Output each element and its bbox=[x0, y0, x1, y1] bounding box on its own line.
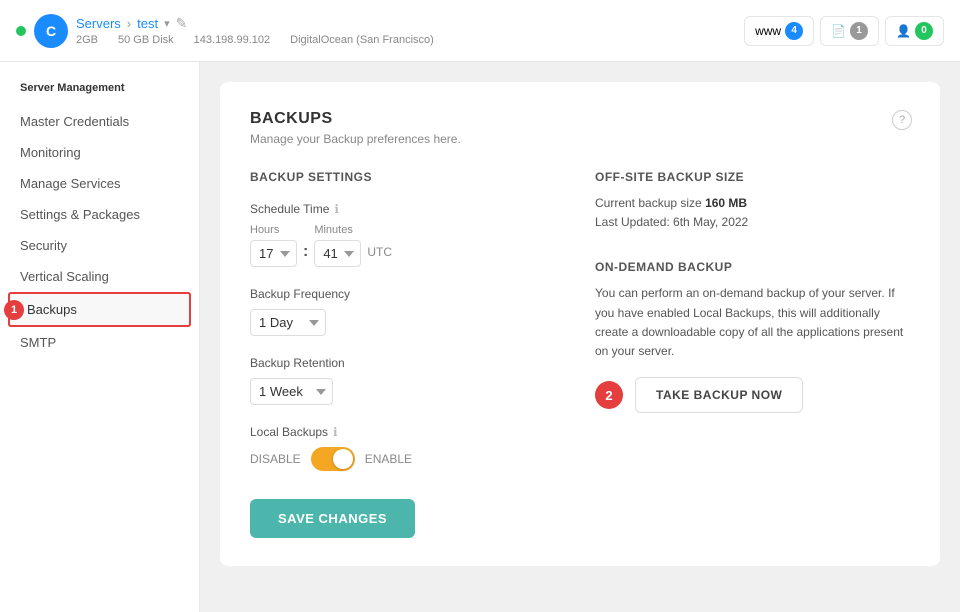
topbar: C Servers › test ▾ ✎ 2GB 50 GB Disk 143.… bbox=[0, 0, 960, 62]
server-ip: 143.198.99.102 bbox=[194, 34, 270, 46]
time-colon: : bbox=[303, 243, 308, 261]
ondemand-title: ON-DEMAND BACKUP bbox=[595, 260, 910, 274]
topbar-left: C Servers › test ▾ ✎ 2GB 50 GB Disk 143.… bbox=[16, 14, 434, 48]
topbar-right: www 4 📄 1 👤 0 bbox=[744, 16, 944, 46]
minutes-group: Minutes 41 0510 152025 303540 455055 bbox=[314, 224, 361, 267]
backup-btn-row: 2 TAKE BACKUP NOW bbox=[595, 377, 910, 413]
minutes-sublabel: Minutes bbox=[314, 224, 361, 236]
status-dot bbox=[16, 26, 26, 36]
minutes-select[interactable]: 41 0510 152025 303540 455055 bbox=[314, 240, 361, 267]
enable-label: ENABLE bbox=[365, 452, 412, 466]
sidebar-item-backups[interactable]: Backups bbox=[8, 292, 191, 327]
server-provider: DigitalOcean (San Francisco) bbox=[290, 34, 434, 46]
breadcrumb-caret-icon[interactable]: ▾ bbox=[164, 17, 170, 30]
breadcrumb-area: Servers › test ▾ ✎ 2GB 50 GB Disk 143.19… bbox=[76, 15, 434, 46]
local-backups-toggle[interactable] bbox=[311, 447, 355, 471]
server-ram: 2GB bbox=[76, 34, 98, 46]
sidebar-item-settings-packages[interactable]: Settings & Packages bbox=[0, 199, 199, 230]
local-backups-label: Local Backups ℹ bbox=[250, 425, 565, 439]
frequency-label: Backup Frequency bbox=[250, 287, 565, 301]
users-button[interactable]: 👤 0 bbox=[885, 16, 944, 46]
hours-select[interactable]: 17 012 345 678 91011 121314 151618 19202… bbox=[250, 240, 297, 267]
local-backups-info-icon[interactable]: ℹ bbox=[333, 425, 338, 439]
schedule-info-icon[interactable]: ℹ bbox=[334, 202, 339, 216]
www-button[interactable]: www 4 bbox=[744, 16, 814, 46]
time-row: Hours 17 012 345 678 91011 121314 151618 bbox=[250, 224, 565, 267]
right-panel: OFF-SITE BACKUP SIZE Current backup size… bbox=[595, 170, 910, 538]
utc-label: UTC bbox=[367, 245, 392, 259]
help-icon[interactable]: ? bbox=[892, 110, 912, 130]
server-disk: 50 GB Disk bbox=[118, 34, 174, 46]
take-backup-button[interactable]: TAKE BACKUP NOW bbox=[635, 377, 803, 413]
content-grid: BACKUP SETTINGS Schedule Time ℹ Hours 17 bbox=[250, 170, 910, 538]
sidebar: Server Management Master Credentials Mon… bbox=[0, 62, 200, 612]
sidebar-item-manage-services[interactable]: Manage Services bbox=[0, 168, 199, 199]
schedule-label: Schedule Time ℹ bbox=[250, 202, 565, 216]
page-subtitle: Manage your Backup preferences here. bbox=[250, 132, 910, 146]
page-title: BACKUPS bbox=[250, 110, 910, 128]
offsite-last-updated: Last Updated: 6th May, 2022 bbox=[595, 213, 910, 232]
sidebar-section-title: Server Management bbox=[0, 82, 199, 106]
toggle-thumb bbox=[333, 449, 353, 469]
retention-group: Backup Retention 1 Week 2 Weeks 1 Month bbox=[250, 356, 565, 405]
sidebar-item-master-credentials[interactable]: Master Credentials bbox=[0, 106, 199, 137]
content-card: ? BACKUPS Manage your Backup preferences… bbox=[220, 82, 940, 566]
local-backups-group: Local Backups ℹ DISABLE ENABLE bbox=[250, 425, 565, 471]
user-icon: 👤 bbox=[896, 24, 911, 38]
sidebar-item-security[interactable]: Security bbox=[0, 230, 199, 261]
ondemand-text: You can perform an on-demand backup of y… bbox=[595, 284, 910, 361]
retention-label: Backup Retention bbox=[250, 356, 565, 370]
breadcrumb-test[interactable]: test bbox=[137, 16, 158, 31]
hours-sublabel: Hours bbox=[250, 224, 297, 236]
app-logo: C bbox=[34, 14, 68, 48]
frequency-select[interactable]: 1 Day 2 Days 3 Days 1 Week bbox=[250, 309, 326, 336]
backup-settings-heading: BACKUP SETTINGS bbox=[250, 170, 565, 184]
server-info: 2GB 50 GB Disk 143.198.99.102 DigitalOce… bbox=[76, 34, 434, 46]
file-count: 1 bbox=[850, 22, 868, 40]
sidebar-item-backups-wrapper: 1 Backups bbox=[0, 292, 199, 327]
local-backups-toggle-row: DISABLE ENABLE bbox=[250, 447, 565, 471]
user-count: 0 bbox=[915, 22, 933, 40]
files-button[interactable]: 📄 1 bbox=[820, 16, 879, 46]
breadcrumb-servers[interactable]: Servers bbox=[76, 16, 121, 31]
sidebar-item-monitoring[interactable]: Monitoring bbox=[0, 137, 199, 168]
hours-group: Hours 17 012 345 678 91011 121314 151618 bbox=[250, 224, 297, 267]
ondemand-section: ON-DEMAND BACKUP You can perform an on-d… bbox=[595, 260, 910, 413]
offsite-section: OFF-SITE BACKUP SIZE Current backup size… bbox=[595, 170, 910, 232]
left-panel: BACKUP SETTINGS Schedule Time ℹ Hours 17 bbox=[250, 170, 565, 538]
main-content: ? BACKUPS Manage your Backup preferences… bbox=[200, 62, 960, 612]
layout: Server Management Master Credentials Mon… bbox=[0, 62, 960, 612]
sidebar-item-smtp[interactable]: SMTP bbox=[0, 327, 199, 358]
offsite-text: Current backup size 160 MB bbox=[595, 194, 910, 213]
offsite-title: OFF-SITE BACKUP SIZE bbox=[595, 170, 910, 184]
disable-label: DISABLE bbox=[250, 452, 301, 466]
schedule-time-group: Schedule Time ℹ Hours 17 012 345 678 bbox=[250, 202, 565, 267]
offsite-size: 160 MB bbox=[705, 196, 747, 210]
ondemand-annotation-badge: 2 bbox=[595, 381, 623, 409]
breadcrumb-separator: › bbox=[127, 16, 131, 31]
www-count: 4 bbox=[785, 22, 803, 40]
retention-select[interactable]: 1 Week 2 Weeks 1 Month bbox=[250, 378, 333, 405]
sidebar-item-vertical-scaling[interactable]: Vertical Scaling bbox=[0, 261, 199, 292]
save-changes-button[interactable]: SAVE CHANGES bbox=[250, 499, 415, 538]
file-icon: 📄 bbox=[831, 24, 846, 38]
breadcrumb: Servers › test ▾ ✎ bbox=[76, 15, 434, 32]
edit-icon[interactable]: ✎ bbox=[176, 15, 188, 32]
www-label: www bbox=[755, 24, 781, 38]
backups-annotation-badge: 1 bbox=[4, 300, 24, 320]
frequency-group: Backup Frequency 1 Day 2 Days 3 Days 1 W… bbox=[250, 287, 565, 336]
